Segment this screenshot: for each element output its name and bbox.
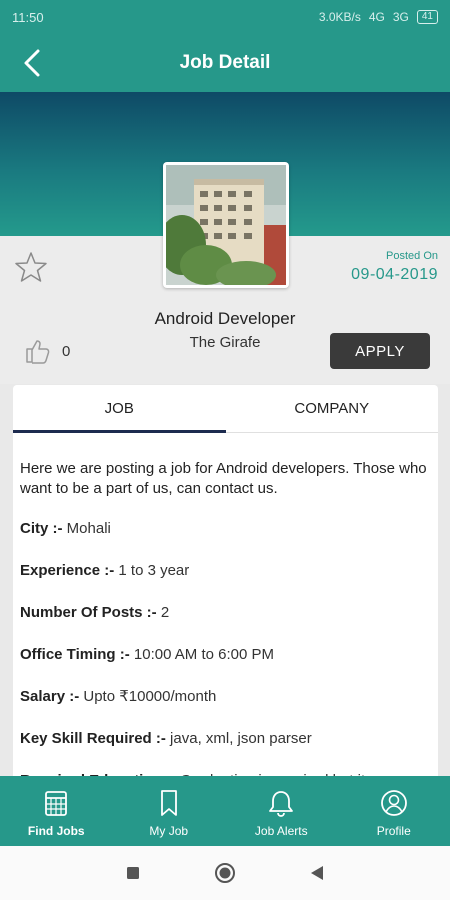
like-count: 0 (62, 343, 71, 360)
status-indicators: 3.0KB/s 4G 3G 41 (319, 10, 438, 24)
network-speed: 3.0KB/s (318, 10, 361, 24)
back-arrow-icon[interactable] (18, 48, 48, 78)
detail-label: Office Timing :- (20, 646, 130, 663)
back-triangle-icon[interactable] (306, 862, 328, 884)
detail-value: Mohali (66, 520, 111, 537)
nav-label: Find Jobs (27, 824, 85, 838)
posted-on-label: Posted On (386, 250, 438, 262)
detail-row-experience: Experience :- 1 to 3 year (20, 561, 431, 582)
detail-value: 1 to 3 year (118, 562, 190, 579)
detail-label: Experience :- (20, 562, 115, 579)
company-photo (163, 162, 289, 288)
status-bar: 11:50 3.0KB/s 4G 3G 41 (0, 0, 450, 34)
bell-icon (269, 791, 294, 817)
system-navigation-bar (0, 846, 450, 900)
detail-row-city: City :- Mohali (20, 519, 431, 540)
profile-icon (380, 790, 407, 816)
battery-icon: 41 (416, 10, 438, 24)
page-title: Job Detail (179, 52, 271, 73)
thumbs-up-icon[interactable] (24, 337, 52, 365)
detail-label: Salary :- (20, 688, 80, 705)
detail-value: 2 (160, 604, 170, 621)
detail-label: Number Of Posts :- (20, 604, 157, 621)
job-details: Here we are posting a job for Android de… (13, 433, 438, 780)
nav-profile[interactable]: Profile (338, 776, 450, 846)
posted-date: 09-04-2019 (351, 266, 438, 283)
detail-label: Key Skill Required :- (20, 730, 166, 747)
detail-value: Upto ₹10000/month (83, 688, 217, 705)
apply-button[interactable]: APPLY (330, 333, 430, 369)
recents-icon[interactable] (122, 862, 144, 884)
detail-value: 10:00 AM to 6:00 PM (133, 646, 274, 663)
nav-find-jobs[interactable]: Find Jobs (0, 776, 113, 846)
briefcase-icon (45, 791, 68, 816)
bottom-navigation: Find Jobs My Job Job Alerts Profile (0, 776, 450, 846)
tab-company[interactable]: COMPANY (226, 385, 439, 432)
detail-value: java, xml, json parser (170, 730, 312, 747)
job-title: Android Developer (154, 309, 296, 328)
detail-tabs: JOB COMPANY (13, 385, 438, 433)
detail-row-salary: Salary :- Upto ₹10000/month (20, 687, 431, 708)
detail-label: City :- (20, 520, 63, 537)
job-description: Here we are posting a job for Android de… (20, 460, 427, 497)
job-detail-card: JOB COMPANY Here we are posting a job fo… (13, 385, 438, 780)
signal-1-label: 4G (368, 10, 385, 24)
status-time: 11:50 (12, 9, 44, 25)
tab-job[interactable]: JOB (13, 385, 226, 433)
nav-job-alerts[interactable]: Job Alerts (225, 776, 338, 846)
nav-my-job[interactable]: My Job (113, 776, 226, 846)
detail-row-posts: Number Of Posts :- 2 (20, 603, 431, 624)
signal-2-label: 3G (392, 10, 409, 24)
nav-label: Profile (376, 824, 411, 838)
detail-row-timing: Office Timing :- 10:00 AM to 6:00 PM (20, 645, 431, 666)
app-bar: Job Detail (0, 34, 450, 92)
nav-label: My Job (149, 824, 189, 838)
favorite-star-icon[interactable] (14, 250, 48, 284)
bookmark-icon (160, 790, 177, 816)
home-icon[interactable] (214, 862, 236, 884)
detail-row-skills: Key Skill Required :- java, xml, json pa… (20, 729, 431, 750)
nav-label: Job Alerts (254, 824, 308, 838)
